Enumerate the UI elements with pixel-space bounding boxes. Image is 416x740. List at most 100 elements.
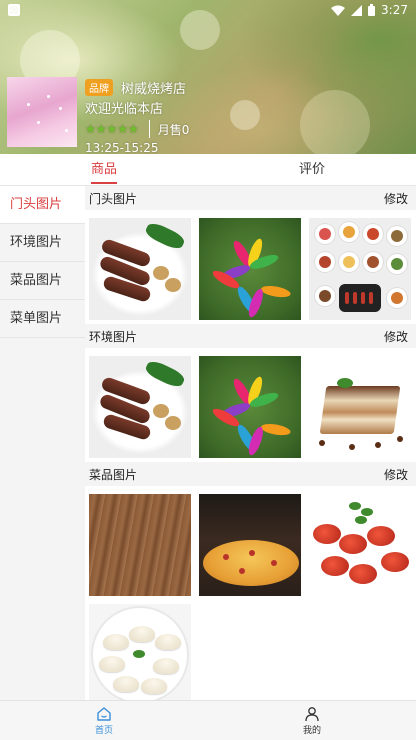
photo-detail [249, 550, 255, 556]
crayfish-photo[interactable] [309, 494, 411, 596]
sidebar-item-dishes[interactable]: 菜品图片 [0, 262, 85, 300]
section-title: 环境图片 [89, 330, 138, 344]
edit-button[interactable]: 修改 [384, 190, 408, 207]
sidebar-item-menu[interactable]: 菜单图片 [0, 300, 85, 338]
photo-detail [165, 416, 181, 430]
photo-detail [387, 288, 407, 308]
photo-detail [367, 526, 395, 546]
bbq-dishes-photo[interactable] [309, 218, 411, 320]
photo-detail [349, 564, 377, 584]
logo-sparkle [65, 129, 68, 132]
pizza-photo[interactable] [199, 494, 301, 596]
photo-detail [153, 404, 169, 418]
photo-detail [315, 252, 335, 272]
tab-products[interactable]: 商品 [0, 154, 208, 186]
tab-bar: 商品 评价 [0, 154, 416, 186]
photo-detail [239, 568, 245, 574]
photo-detail [113, 676, 139, 692]
photo-detail [143, 358, 187, 390]
photo-detail [339, 284, 381, 312]
photo-detail [321, 556, 349, 576]
brand-badge: 品牌 [85, 78, 113, 96]
signal-icon [351, 4, 363, 16]
photo-detail [153, 266, 169, 280]
shop-info: 品牌 树威烧烤店 欢迎光临本店 ★★★★★ 月售0 13:25-15:25 [85, 78, 189, 154]
photo-detail [260, 422, 292, 438]
photo-detail [165, 278, 181, 292]
bottom-navigation: 首页 我的 [0, 700, 416, 740]
photo-detail [363, 224, 383, 244]
photo-detail [349, 502, 361, 510]
logo-sparkle [37, 121, 40, 124]
photo-detail [260, 284, 292, 300]
logo-sparkle [59, 107, 62, 110]
person-icon [305, 706, 319, 721]
background-bokeh [230, 100, 260, 130]
photo-detail [339, 252, 359, 272]
nav-label: 我的 [302, 725, 321, 736]
photo-detail [319, 440, 325, 446]
nav-profile[interactable]: 我的 [208, 701, 416, 740]
photo-detail [355, 516, 367, 524]
photo-detail [153, 658, 179, 674]
image-gallery: 门头图片 修改 环境图片 修改 菜品图片 修改 [85, 186, 416, 700]
status-bar: 3:27 [0, 0, 416, 22]
photo-detail [397, 436, 403, 442]
welcome-text: 欢迎光临本店 [85, 102, 164, 117]
sidebar-item-environment[interactable]: 环境图片 [0, 224, 85, 262]
nav-label: 首页 [94, 725, 113, 736]
photo-detail [315, 286, 335, 306]
lamb-chops-photo[interactable] [89, 356, 191, 458]
feathers-photo[interactable] [199, 356, 301, 458]
photo-detail [155, 634, 181, 650]
tab-active-indicator [91, 182, 117, 184]
section-header: 环境图片 修改 [85, 324, 416, 348]
photo-detail [337, 378, 353, 388]
photo-detail [349, 444, 355, 450]
wood-floor-photo[interactable] [89, 494, 191, 596]
edit-button[interactable]: 修改 [384, 466, 408, 483]
image-grid [85, 486, 416, 700]
feathers-photo[interactable] [199, 218, 301, 320]
shop-logo[interactable] [7, 77, 77, 147]
nav-home[interactable]: 首页 [0, 701, 208, 740]
status-time: 3:27 [381, 3, 408, 17]
photo-detail [361, 508, 373, 516]
photo-detail [363, 252, 383, 272]
edit-button[interactable]: 修改 [384, 328, 408, 345]
section-header: 菜品图片 修改 [85, 462, 416, 486]
photo-detail [143, 220, 187, 252]
tiramisu-photo[interactable] [309, 356, 411, 458]
image-grid [85, 210, 416, 324]
tab-label: 商品 [90, 162, 117, 177]
category-sidebar: 门头图片 环境图片 菜品图片 菜单图片 [0, 186, 85, 700]
background-bokeh [300, 90, 370, 154]
photo-detail [339, 534, 367, 554]
photo-detail [387, 226, 407, 246]
photo-detail [313, 524, 341, 544]
photo-detail [339, 222, 359, 242]
sidebar-item-storefront[interactable]: 门头图片 [0, 186, 85, 224]
lamb-chops-photo[interactable] [89, 218, 191, 320]
logo-sparkle [47, 95, 50, 98]
photo-detail [141, 678, 167, 694]
photo-detail [315, 224, 335, 244]
photo-detail [223, 554, 229, 560]
battery-icon [368, 4, 376, 16]
photo-detail [319, 386, 401, 434]
tab-reviews[interactable]: 评价 [208, 154, 416, 186]
photo-detail [387, 254, 407, 274]
logo-sparkle [27, 103, 30, 106]
section-title: 菜品图片 [89, 468, 138, 482]
dumplings-photo[interactable] [89, 604, 191, 700]
section-header: 门头图片 修改 [85, 186, 416, 210]
photo-detail [381, 552, 409, 572]
section-title: 门头图片 [89, 192, 138, 206]
monthly-sales: 月售0 [157, 122, 190, 137]
photo-detail [133, 650, 145, 658]
rating-stars: ★★★★★ [85, 122, 139, 136]
photo-detail [103, 634, 129, 650]
shop-header: 3:27 品牌 树威烧烤店 欢迎光临本店 ★★★★★ 月售0 13:25-15:… [0, 0, 416, 154]
photo-detail [203, 540, 299, 586]
photo-detail [375, 442, 381, 448]
